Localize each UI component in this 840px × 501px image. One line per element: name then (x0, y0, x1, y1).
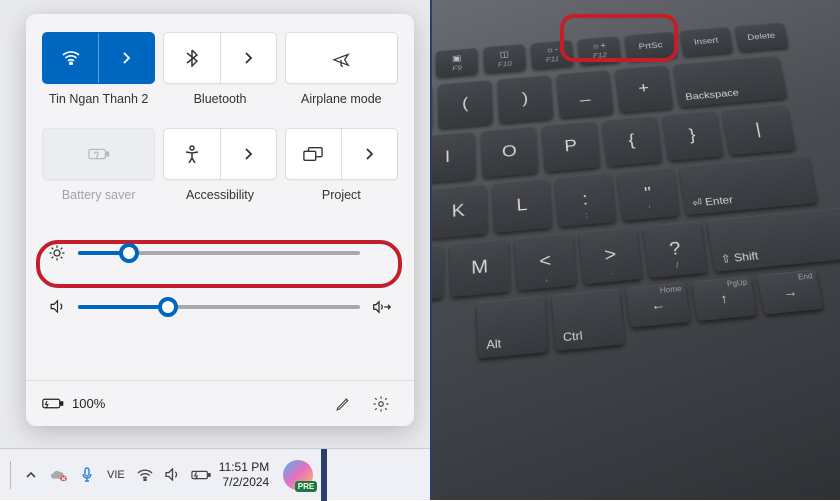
key-arrow: ←Home (626, 282, 690, 328)
bluetooth-label: Bluetooth (194, 92, 247, 120)
key-f11: ☼-F11 (531, 40, 574, 69)
wifi-label: Tin Ngan Thanh 2 (49, 92, 148, 120)
edit-quick-settings-button[interactable] (326, 387, 360, 421)
laptop-keyboard-photo: 🔒▣F9◫F10☼-F11☼+F12PrtScInsertDelete*()_+… (432, 0, 840, 500)
project-icon (286, 129, 342, 179)
battery-saver-tile (42, 128, 155, 180)
settings-button[interactable] (364, 387, 398, 421)
key-enter: ⏎ Enter (679, 155, 818, 215)
key-:: :; (555, 173, 616, 227)
key-arrow: ↑PgUp (692, 276, 757, 321)
brightness-slider-thumb[interactable] (119, 243, 139, 263)
chevron-right-icon[interactable] (342, 129, 397, 179)
audio-output-button[interactable] (372, 300, 392, 314)
key-delete: Delete (734, 22, 788, 51)
battery-saver-icon (88, 147, 110, 161)
project-tile[interactable] (285, 128, 398, 180)
brightness-slider-row (42, 238, 398, 268)
key-+: + (615, 65, 673, 113)
key-arrow: →End (757, 270, 823, 315)
key-N: N (432, 245, 444, 304)
key-?: ?/ (643, 221, 708, 278)
key-L: L (493, 178, 552, 233)
project-label: Project (322, 188, 361, 216)
key-P: P (542, 121, 601, 172)
battery-icon (42, 396, 64, 411)
key-O: O (481, 126, 538, 177)
key-(: ( (438, 80, 493, 129)
volume-icon (48, 298, 66, 315)
windows-quick-settings-area: Tin Ngan Thanh 2 Bluetooth Airplane mode Ba… (0, 0, 432, 500)
chevron-right-icon[interactable] (99, 33, 154, 83)
key-_: _ (556, 70, 613, 118)
quick-panel-footer: 100% (26, 380, 414, 426)
taskbar: VIE 11:51 PM 7/2/2024 PRE (0, 448, 430, 500)
volume-slider-row (42, 292, 398, 321)
key-f9: ▣F9 (436, 48, 478, 77)
copilot-badge: PRE (295, 481, 317, 492)
airplane-icon (332, 49, 350, 67)
key-{: { (602, 116, 662, 167)
key-shift: ⇧ Shift (707, 206, 840, 272)
chevron-right-icon[interactable] (221, 129, 276, 179)
key-backslash: | (722, 104, 796, 155)
key-backspace: Backspace (673, 55, 787, 107)
airplane-label: Airplane mode (301, 92, 382, 120)
volume-slider-thumb[interactable] (158, 297, 178, 317)
key-alt: Alt (477, 296, 548, 359)
bluetooth-icon (164, 33, 220, 83)
quick-action-tiles: Tin Ngan Thanh 2 Bluetooth Airplane mode Ba… (42, 32, 398, 216)
tray-chevron-up-icon[interactable] (19, 461, 43, 489)
key-}: } (662, 111, 723, 161)
key-<: <, (515, 233, 577, 291)
key-K: K (432, 184, 488, 239)
key-insert: Insert (679, 27, 733, 56)
brightness-icon (48, 244, 66, 262)
taskbar-date: 7/2/2024 (223, 475, 270, 490)
battery-saver-label: Battery saver (62, 188, 136, 216)
quick-settings-panel: Tin Ngan Thanh 2 Bluetooth Airplane mode Ba… (26, 14, 414, 426)
wifi-tile[interactable] (42, 32, 155, 84)
taskbar-clock[interactable]: 11:51 PM 7/2/2024 (213, 460, 275, 490)
tray-volume-icon[interactable] (161, 461, 185, 489)
accessibility-label: Accessibility (186, 188, 254, 216)
key-I: I (432, 132, 476, 184)
battery-percent: 100% (72, 396, 105, 411)
accessibility-tile[interactable] (163, 128, 276, 180)
tray-battery-icon[interactable] (189, 461, 213, 489)
chevron-right-icon[interactable] (221, 33, 276, 83)
key-ctrl: Ctrl (552, 289, 625, 352)
volume-slider[interactable] (78, 305, 360, 309)
airplane-tile[interactable] (285, 32, 398, 84)
key-": "' (617, 167, 679, 221)
tray-microphone-icon[interactable] (75, 461, 99, 489)
key-): ) (497, 75, 553, 123)
battery-status[interactable]: 100% (42, 396, 105, 411)
key-f12: ☼+F12 (578, 36, 622, 65)
brightness-slider[interactable] (78, 251, 360, 255)
key-M: M (450, 239, 510, 297)
key->: >. (579, 227, 642, 285)
key-prtsc: PrtSc (624, 31, 677, 61)
taskbar-time: 11:51 PM (219, 460, 269, 475)
wifi-icon (43, 33, 99, 83)
key-f10: ◫F10 (483, 44, 526, 73)
copilot-button[interactable]: PRE (283, 460, 313, 490)
tray-onedrive-icon[interactable] (47, 461, 71, 489)
language-indicator[interactable]: VIE (103, 467, 129, 483)
tray-wifi-icon[interactable] (133, 461, 157, 489)
bluetooth-tile[interactable] (163, 32, 276, 84)
accessibility-icon (164, 129, 220, 179)
